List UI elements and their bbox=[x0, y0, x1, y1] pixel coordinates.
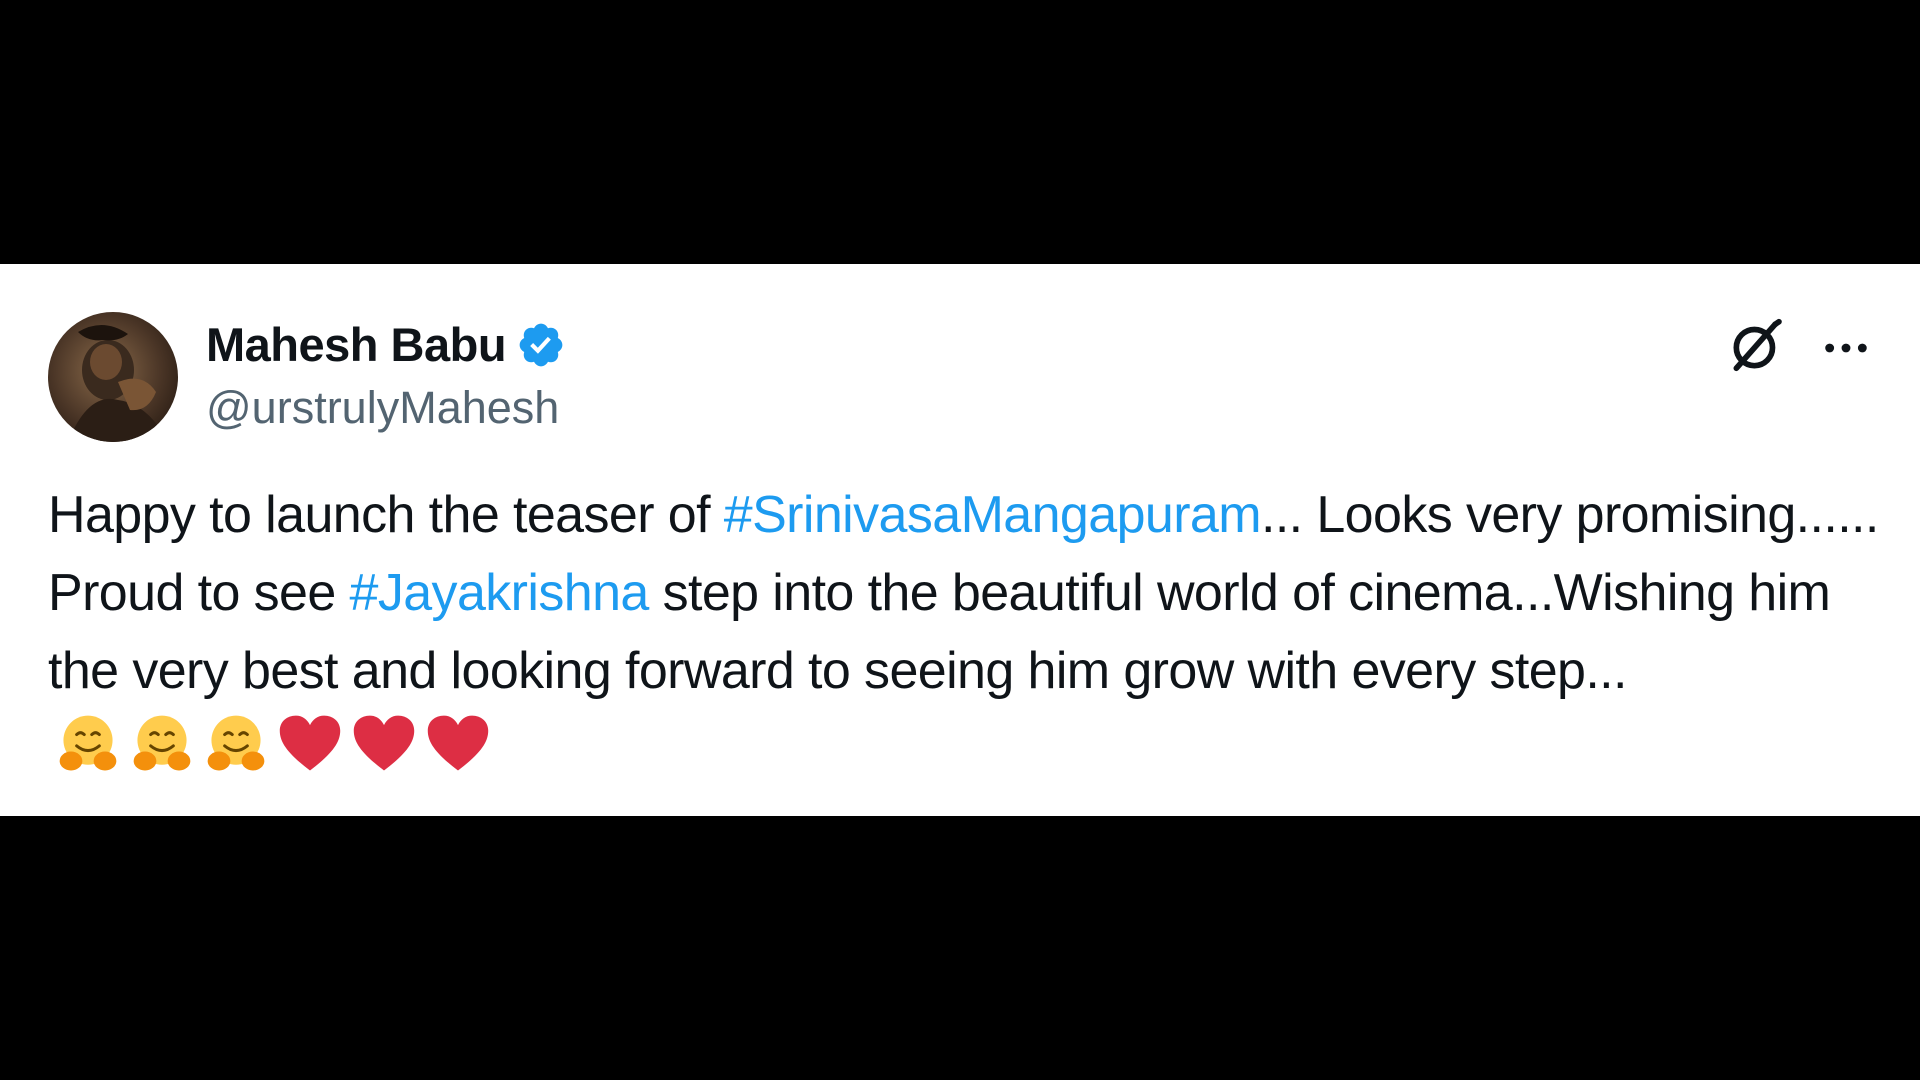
hugging-face-emoji bbox=[133, 715, 191, 771]
emoji-row bbox=[54, 710, 492, 778]
hashtag-link[interactable]: #Jayakrishna bbox=[350, 564, 650, 622]
tweet-card: Mahesh Babu @urstrulyMahesh Happy to lau… bbox=[0, 264, 1920, 816]
avatar-image bbox=[48, 312, 178, 442]
author-handle[interactable]: @urstrulyMahesh bbox=[206, 380, 559, 436]
red-heart-emoji bbox=[353, 715, 415, 771]
red-heart-emoji bbox=[427, 715, 489, 771]
screenshot-stage: Mahesh Babu @urstrulyMahesh Happy to lau… bbox=[0, 0, 1920, 1080]
hashtag-link[interactable]: #SrinivasaMangapuram bbox=[724, 486, 1262, 544]
author-display-name[interactable]: Mahesh Babu bbox=[206, 316, 507, 374]
grok-icon[interactable] bbox=[1726, 314, 1788, 376]
tweet-text-part: Happy to launch the teaser of bbox=[48, 486, 724, 544]
avatar[interactable] bbox=[48, 312, 178, 442]
verified-badge-icon bbox=[519, 323, 563, 367]
hugging-face-emoji bbox=[59, 715, 117, 771]
tweet-text: Happy to launch the teaser of #Srinivasa… bbox=[48, 476, 1888, 790]
red-heart-emoji bbox=[279, 715, 341, 771]
hugging-face-emoji bbox=[207, 715, 265, 771]
more-options-icon[interactable] bbox=[1818, 320, 1874, 376]
author-name-row: Mahesh Babu bbox=[206, 316, 566, 374]
